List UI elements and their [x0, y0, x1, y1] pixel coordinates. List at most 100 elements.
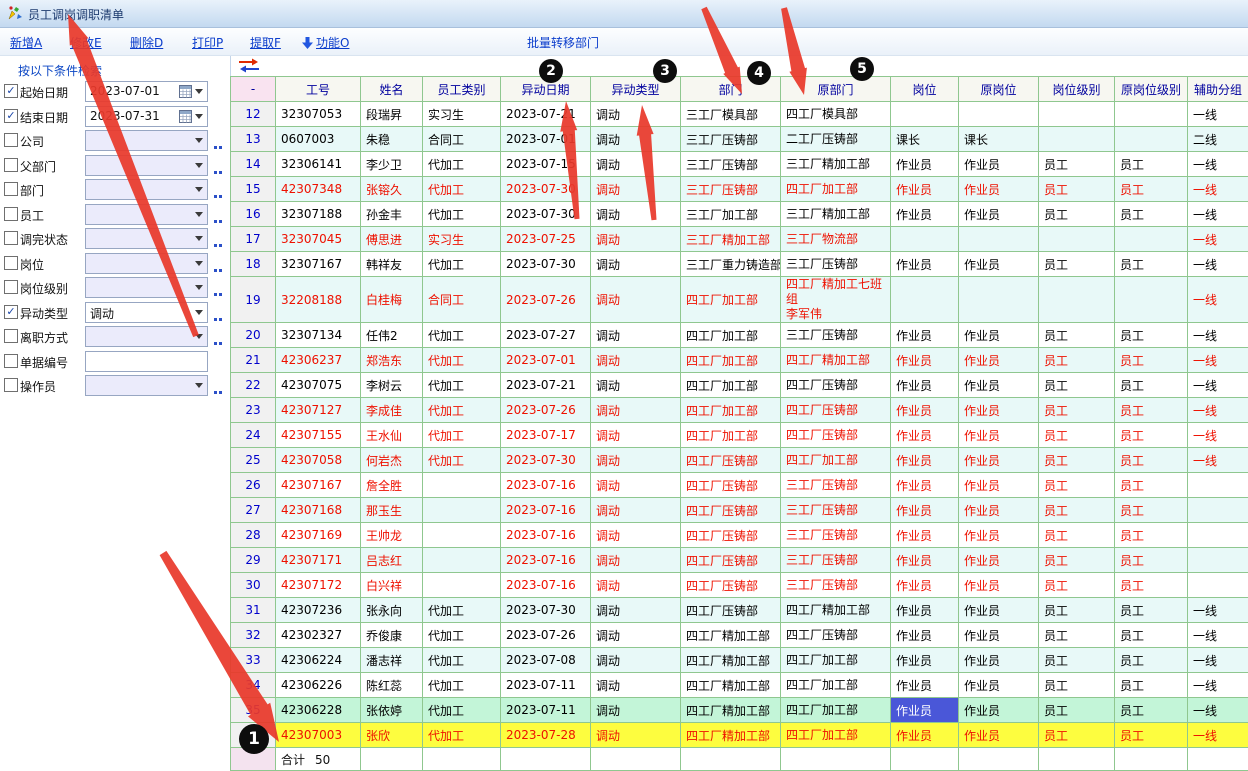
cell-original-department[interactable]: 四工厂精加工部 — [781, 348, 891, 373]
cell-auxiliary-group[interactable]: 一线 — [1188, 598, 1248, 623]
dropdown-field[interactable] — [85, 375, 208, 396]
cell-change-date[interactable]: 2023-07-30 — [501, 202, 591, 227]
cell-original-position-level[interactable]: 员工 — [1115, 398, 1188, 423]
cell-employee-id[interactable]: 32307167 — [276, 252, 361, 277]
cell-original-position-level[interactable]: 员工 — [1115, 573, 1188, 598]
cell-department[interactable]: 四工厂压铸部 — [681, 498, 781, 523]
cell-auxiliary-group[interactable]: 二线 — [1188, 127, 1248, 152]
cell-original-department[interactable]: 四工厂加工部 — [781, 673, 891, 698]
cell-change-date[interactable]: 2023-07-30 — [501, 177, 591, 202]
cell-original-department[interactable]: 三工厂压铸部 — [781, 498, 891, 523]
cell-employee-type[interactable]: 代加工 — [423, 648, 501, 673]
table-row[interactable]: 2842307169王帅龙2023-07-16调动四工厂压铸部三工厂压铸部作业员… — [231, 523, 1248, 548]
cell-department[interactable]: 四工厂加工部 — [681, 373, 781, 398]
cell-original-department[interactable]: 三工厂物流部 — [781, 227, 891, 252]
row-number[interactable]: 24 — [231, 423, 276, 448]
cell-auxiliary-group[interactable] — [1188, 573, 1248, 598]
cell-employee-type[interactable]: 代加工 — [423, 598, 501, 623]
cell-department[interactable]: 三工厂压铸部 — [681, 152, 781, 177]
cell-employee-type[interactable]: 代加工 — [423, 373, 501, 398]
cell-position[interactable]: 作业员 — [891, 548, 959, 573]
dropdown-field[interactable] — [85, 130, 208, 151]
table-row[interactable]: 1832307167韩祥友代加工2023-07-30调动三工厂重力铸造部三工厂压… — [231, 252, 1248, 277]
cell-department[interactable]: 四工厂压铸部 — [681, 573, 781, 598]
cell-department[interactable]: 三工厂模具部 — [681, 102, 781, 127]
chevron-down-icon[interactable] — [195, 187, 203, 192]
cell-employee-name[interactable]: 李成佳 — [361, 398, 423, 423]
cell-employee-id[interactable]: 42306228 — [276, 698, 361, 723]
dropdown-field[interactable] — [85, 326, 208, 347]
cell-auxiliary-group[interactable]: 一线 — [1188, 227, 1248, 252]
cell-employee-type[interactable]: 代加工 — [423, 698, 501, 723]
cell-department[interactable]: 三工厂加工部 — [681, 202, 781, 227]
cell-employee-type[interactable]: 代加工 — [423, 623, 501, 648]
cell-department[interactable]: 三工厂压铸部 — [681, 177, 781, 202]
cell-employee-id[interactable]: 42307167 — [276, 473, 361, 498]
row-number[interactable]: 17 — [231, 227, 276, 252]
cell-employee-id[interactable]: 42307127 — [276, 398, 361, 423]
checkbox-checked[interactable]: ✓ — [4, 305, 18, 319]
cell-employee-name[interactable]: 乔俊康 — [361, 623, 423, 648]
cell-position-level[interactable]: 员工 — [1039, 673, 1115, 698]
cell-employee-name[interactable]: 詹全胜 — [361, 473, 423, 498]
cell-original-department[interactable]: 三工厂精加工部 — [781, 202, 891, 227]
cell-original-department[interactable]: 四工厂加工部 — [781, 698, 891, 723]
cell-position-level[interactable]: 员工 — [1039, 523, 1115, 548]
cell-position-level[interactable]: 员工 — [1039, 548, 1115, 573]
swap-columns-icon[interactable] — [237, 58, 261, 76]
cell-department[interactable]: 四工厂精加工部 — [681, 673, 781, 698]
cell-change-type[interactable]: 调动 — [591, 202, 681, 227]
cell-employee-id[interactable]: 42307155 — [276, 423, 361, 448]
cell-auxiliary-group[interactable]: 一线 — [1188, 673, 1248, 698]
cell-change-type[interactable]: 调动 — [591, 177, 681, 202]
chevron-down-icon[interactable] — [195, 310, 203, 315]
cell-employee-name[interactable]: 李树云 — [361, 373, 423, 398]
cell-auxiliary-group[interactable]: 一线 — [1188, 448, 1248, 473]
chevron-down-icon[interactable] — [195, 138, 203, 143]
cell-original-position[interactable]: 作业员 — [959, 648, 1039, 673]
cell-employee-type[interactable]: 代加工 — [423, 348, 501, 373]
cell-auxiliary-group[interactable]: 一线 — [1188, 648, 1248, 673]
row-number[interactable]: 36 — [231, 723, 276, 748]
cell-employee-name[interactable]: 任伟2 — [361, 323, 423, 348]
cell-auxiliary-group[interactable]: 一线 — [1188, 698, 1248, 723]
cell-original-position[interactable]: 作业员 — [959, 348, 1039, 373]
cell-change-type[interactable]: 调动 — [591, 373, 681, 398]
dropdown-field[interactable] — [85, 253, 208, 274]
cell-change-date[interactable]: 2023-07-16 — [501, 523, 591, 548]
cell-employee-type[interactable] — [423, 573, 501, 598]
checkbox-unchecked[interactable] — [4, 354, 18, 368]
table-row[interactable]: 3642307003张欣代加工2023-07-28调动四工厂精加工部四工厂加工部… — [231, 723, 1248, 748]
cell-auxiliary-group[interactable]: 一线 — [1188, 177, 1248, 202]
cell-employee-id[interactable]: 42307003 — [276, 723, 361, 748]
cell-original-position-level[interactable]: 员工 — [1115, 498, 1188, 523]
cell-employee-type[interactable]: 合同工 — [423, 277, 501, 323]
row-number[interactable]: 23 — [231, 398, 276, 423]
dropdown-field[interactable] — [85, 204, 208, 225]
cell-original-department[interactable]: 三工厂压铸部 — [781, 573, 891, 598]
more-options-button[interactable] — [214, 334, 224, 348]
cell-change-type[interactable]: 调动 — [591, 473, 681, 498]
cell-position[interactable]: 作业员 — [891, 598, 959, 623]
cell-department[interactable]: 三工厂重力铸造部 — [681, 252, 781, 277]
cell-change-date[interactable]: 2023-07-26 — [501, 623, 591, 648]
cell-employee-name[interactable]: 张永向 — [361, 598, 423, 623]
cell-employee-type[interactable]: 合同工 — [423, 127, 501, 152]
checkbox-unchecked[interactable] — [4, 182, 18, 196]
checkbox-checked[interactable]: ✓ — [4, 109, 18, 123]
more-options-button[interactable] — [214, 383, 224, 397]
cell-employee-id[interactable]: 32307188 — [276, 202, 361, 227]
cell-change-type[interactable]: 调动 — [591, 723, 681, 748]
more-options-button[interactable] — [214, 285, 224, 299]
cell-original-position[interactable]: 课长 — [959, 127, 1039, 152]
cell-position-level[interactable]: 员工 — [1039, 448, 1115, 473]
cell-original-position[interactable]: 作业员 — [959, 698, 1039, 723]
cell-original-position[interactable]: 作业员 — [959, 598, 1039, 623]
cell-employee-name[interactable]: 何岩杰 — [361, 448, 423, 473]
chevron-down-icon[interactable] — [195, 285, 203, 290]
cell-original-position[interactable]: 作业员 — [959, 623, 1039, 648]
cell-employee-type[interactable]: 代加工 — [423, 177, 501, 202]
cell-employee-name[interactable]: 吕志红 — [361, 548, 423, 573]
column-header-change-type[interactable]: 异动类型 — [591, 77, 681, 102]
cell-position-level[interactable]: 员工 — [1039, 152, 1115, 177]
